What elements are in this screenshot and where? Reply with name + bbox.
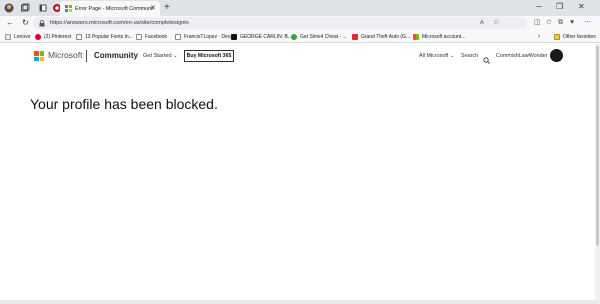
- microsoft-favicon-icon: [65, 5, 72, 12]
- favorites-icon[interactable]: ✩: [546, 19, 552, 27]
- page-icon: [136, 33, 142, 40]
- collections-icon[interactable]: ⧉: [558, 19, 563, 27]
- bookmark-item[interactable]: Microsoft account...: [413, 32, 465, 41]
- folder-icon: [5, 33, 11, 40]
- maximize-button[interactable]: ❐: [556, 1, 563, 13]
- site-header: Microsoft Community Get Started ⌄ Buy Mi…: [0, 44, 600, 69]
- community-link[interactable]: Community: [94, 50, 138, 61]
- brand-name[interactable]: Microsoft: [48, 50, 82, 61]
- tab-strip: Error Page - Microsoft Communit... ✕ + ─…: [0, 0, 600, 16]
- refresh-button[interactable]: ↻: [22, 18, 29, 28]
- tab-actions-icon[interactable]: [38, 3, 48, 13]
- bookmark-item[interactable]: Lenovo: [5, 32, 30, 41]
- chevron-right-icon[interactable]: ›: [538, 32, 540, 41]
- bookmark-item[interactable]: FrancisTLopez · Dev...: [175, 32, 234, 41]
- workspaces-icon[interactable]: [20, 3, 30, 13]
- bookmark-item[interactable]: Grand Theft Auto (G...: [352, 32, 410, 41]
- divider: [86, 50, 87, 62]
- tab-close-icon[interactable]: ✕: [150, 4, 156, 13]
- bookmark-item[interactable]: Get Sims4 Cheat - ...: [291, 32, 347, 41]
- browser-window: Error Page - Microsoft Communit... ✕ + ─…: [0, 0, 600, 304]
- favorite-star-icon[interactable]: ☆: [493, 19, 499, 27]
- buy-microsoft-365-button[interactable]: Buy Microsoft 365: [184, 50, 234, 62]
- blocked-message: Your profile has been blocked.: [30, 96, 218, 112]
- address-url: https://answers.microsoft.com/en-us/site…: [50, 20, 189, 26]
- page-scrollbar[interactable]: [595, 44, 600, 300]
- minimize-button[interactable]: ─: [536, 1, 542, 13]
- profile-avatar-icon[interactable]: [4, 3, 14, 13]
- search-icon[interactable]: [483, 51, 490, 69]
- window-close-button[interactable]: ✕: [578, 1, 585, 13]
- get-started-menu[interactable]: Get Started ⌄: [143, 52, 178, 60]
- bookmark-site-icon: [231, 33, 237, 40]
- scrollbar-thumb[interactable]: [596, 46, 599, 246]
- avatar[interactable]: [550, 49, 563, 62]
- bookmark-item[interactable]: (2) Pinterest: [35, 32, 71, 41]
- pinterest-icon: [35, 33, 41, 40]
- tab-active[interactable]: Error Page - Microsoft Communit... ✕: [60, 1, 160, 16]
- bookmark-item[interactable]: GEORGE CARLIN: B...: [231, 32, 292, 41]
- read-aloud-icon[interactable]: A: [480, 19, 484, 27]
- extensions-icon[interactable]: ♥: [570, 19, 574, 27]
- window-bottom-edge: [0, 300, 600, 304]
- page-icon: [76, 33, 82, 40]
- address-bar[interactable]: https://answers.microsoft.com/en-us/site…: [33, 17, 527, 29]
- youtube-icon: [352, 33, 358, 40]
- split-screen-icon[interactable]: ◫: [534, 19, 541, 27]
- lock-icon: [39, 19, 45, 26]
- new-tab-button[interactable]: +: [164, 2, 170, 13]
- all-microsoft-menu[interactable]: All Microsoft ⌄: [419, 52, 454, 60]
- tab-title: Error Page - Microsoft Communit...: [75, 5, 153, 12]
- sims-icon: [291, 33, 297, 40]
- microsoft-icon: [413, 33, 419, 40]
- page-icon: [175, 33, 181, 40]
- browser-toolbar: ← ↻ https://answers.microsoft.com/en-us/…: [0, 16, 600, 30]
- other-favorites[interactable]: Other favorites: [554, 32, 596, 41]
- microsoft-logo-icon[interactable]: [34, 51, 44, 61]
- bookmark-item[interactable]: 13 Popular Fonts In...: [76, 32, 133, 41]
- more-menu-icon[interactable]: ⋯: [584, 19, 591, 27]
- bookmarks-bar: Lenovo (2) Pinterest 13 Popular Fonts In…: [0, 30, 600, 43]
- folder-icon: [554, 33, 560, 40]
- bookmark-item[interactable]: Facebook: [136, 32, 167, 41]
- username[interactable]: CommishLawWonder: [496, 52, 547, 60]
- back-button[interactable]: ←: [6, 18, 14, 28]
- search-link[interactable]: Search: [461, 52, 478, 60]
